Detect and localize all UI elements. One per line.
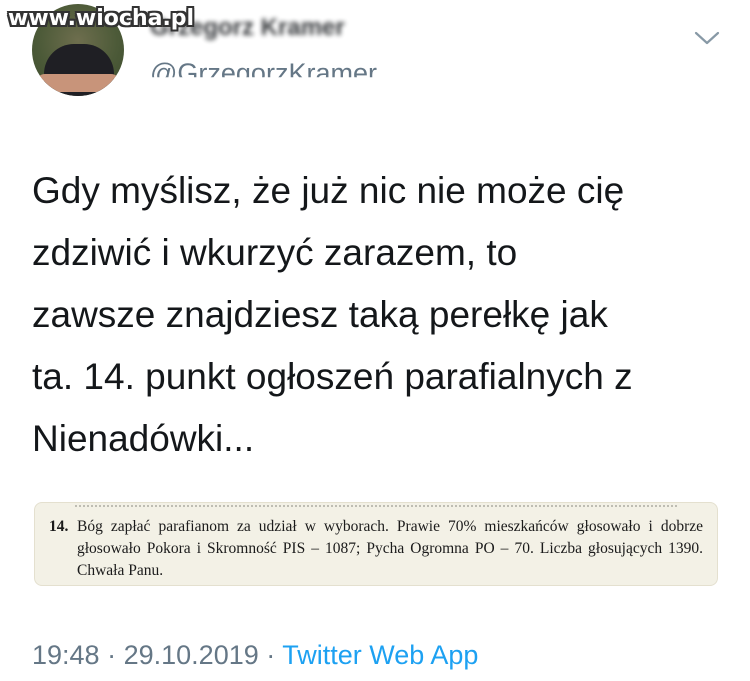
tweet-time[interactable]: 19:48: [32, 640, 100, 670]
clipping-cut-edge: [75, 505, 677, 509]
clipping-item-number: 14.: [49, 518, 69, 535]
chevron-down-icon[interactable]: [694, 30, 720, 46]
tweet-text: Gdy myślisz, że już nic nie może cię zdz…: [32, 170, 633, 459]
watermark-logo: www.wiocha.pl: [8, 6, 195, 31]
tweet-source-link[interactable]: Twitter Web App: [282, 640, 478, 670]
tweet-meta: 19:48 · 29.10.2019 · Twitter Web App: [32, 640, 478, 671]
avatar-arms: [36, 74, 120, 92]
meta-separator-2: ·: [266, 640, 276, 670]
meta-separator: ·: [107, 640, 117, 670]
author-handle[interactable]: @GrzegorzKramer: [150, 58, 377, 77]
tweet-date[interactable]: 29.10.2019: [124, 640, 259, 670]
clipping-text: Bóg zapłać parafianom za udział w wybora…: [77, 518, 703, 579]
attached-image-clipping[interactable]: 14. Bóg zapłać parafianom za udział w wy…: [34, 502, 718, 586]
